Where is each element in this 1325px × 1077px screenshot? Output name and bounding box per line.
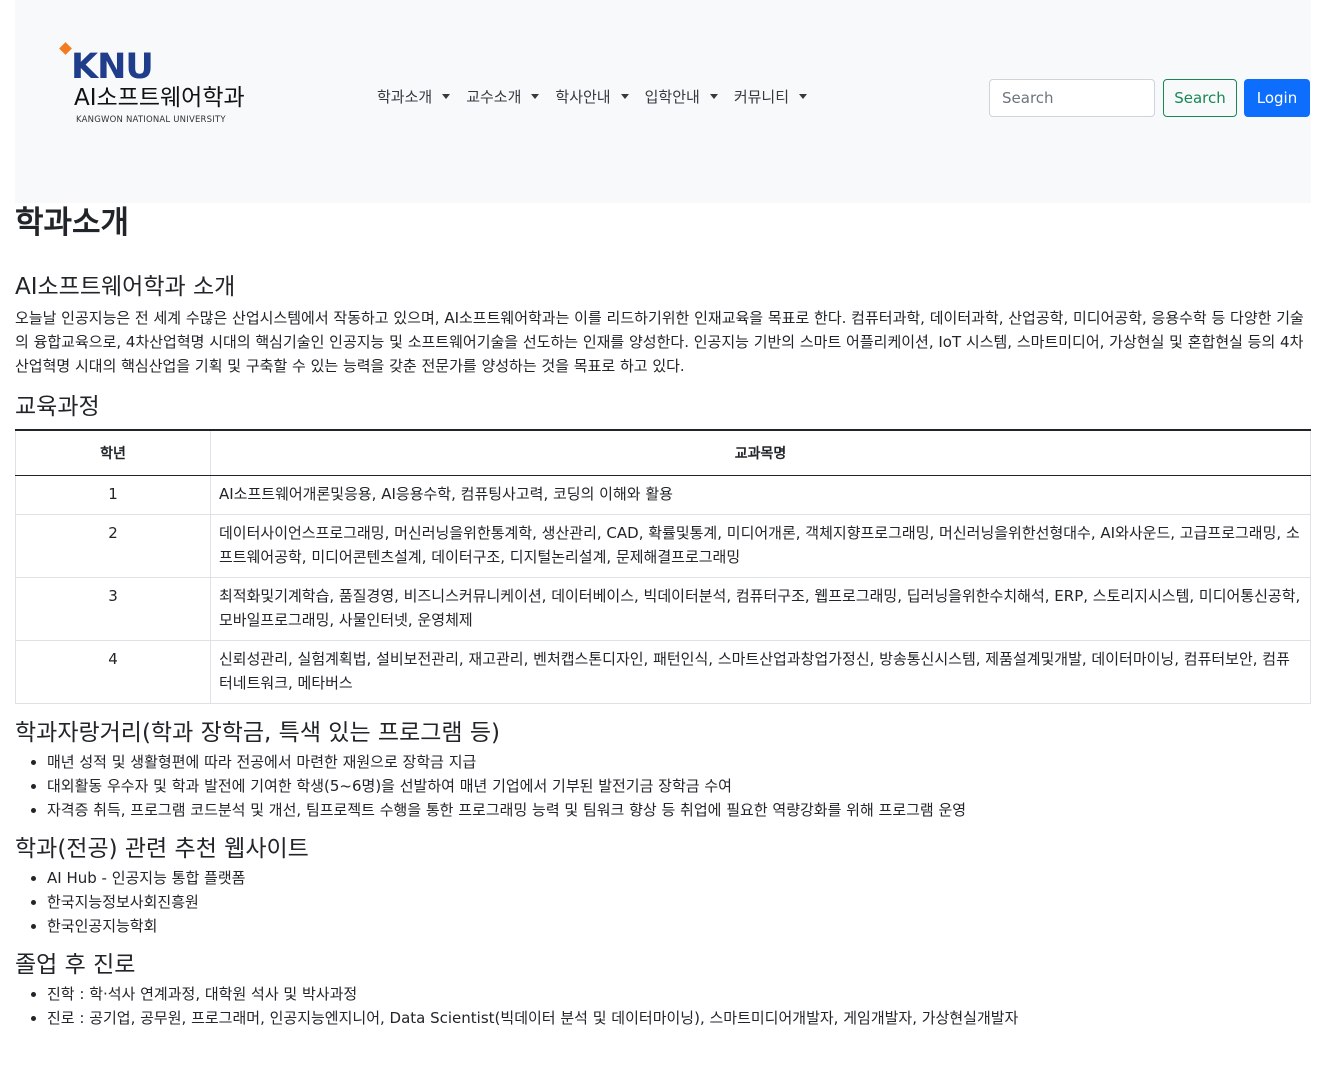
main-menu: 학과소개 교수소개 학사안내 입학안내 커뮤니티 [377,86,823,107]
curriculum-table: 학년 교과목명 1 AI소프트웨어개론및응용, AI응용수학, 컴퓨팅사고력, … [15,429,1311,704]
search-button[interactable]: Search [1163,79,1237,117]
website-link-kaia[interactable]: 한국인공지능학회 [47,914,1311,938]
menu-faculty[interactable]: 교수소개 [466,86,547,107]
grade-cell: 1 [15,475,211,515]
caret-down-icon [531,94,540,99]
table-row: 4 신뢰성관리, 실험계획법, 설비보전관리, 재고관리, 벤처캡스톤디자인, … [15,640,1311,704]
logo-university-name: KANGWON NATIONAL UNIVERSITY [76,115,226,125]
menu-label: 학사안내 [555,88,611,106]
pride-heading: 학과자랑거리(학과 장학금, 특색 있는 프로그램 등) [15,720,501,746]
courses-cell: 신뢰성관리, 실험계획법, 설비보전관리, 재고관리, 벤처캡스톤디자인, 패턴… [210,640,1311,704]
list-item: 자격증 취득, 프로그램 코드분석 및 개선, 팀프로젝트 수행을 통한 프로그… [47,798,1311,822]
caret-down-icon [620,94,629,99]
caret-down-icon [799,94,808,99]
grade-cell: 4 [15,640,211,704]
menu-label: 교수소개 [466,88,522,106]
grade-cell: 3 [15,577,211,641]
navbar: KNU AI소프트웨어학과 KANGWON NATIONAL UNIVERSIT… [15,0,1311,203]
table-row: 1 AI소프트웨어개론및응용, AI응용수학, 컴퓨팅사고력, 코딩의 이해와 … [15,475,1311,515]
main-content: 학과소개 AI소프트웨어학과 소개 오늘날 인공지능은 전 세계 수많은 산업시… [15,203,1311,1030]
menu-label: 입학안내 [644,88,700,106]
menu-label: 학과소개 [377,88,433,106]
logo-knu-text: KNU [71,47,154,87]
list-item: 진로 : 공기업, 공무원, 프로그래머, 인공지능엔지니어, Data Sci… [47,1006,1311,1030]
table-header-row: 학년 교과목명 [15,429,1311,476]
curriculum-heading: 교육과정 [15,394,100,420]
intro-paragraph: 오늘날 인공지능은 전 세계 수많은 산업시스템에서 작동하고 있으며, AI소… [15,309,1304,375]
courses-cell: 데이터사이언스프로그래밍, 머신러닝을위한통계학, 생산관리, CAD, 확률및… [210,514,1311,578]
career-heading: 졸업 후 진로 [15,952,136,978]
list-item: 대외활동 우수자 및 학과 발전에 기여한 학생(5~6명)을 선발하여 매년 … [47,774,1311,798]
caret-down-icon [442,94,451,99]
grade-cell: 2 [15,514,211,578]
career-list: 진학 : 학·석사 연계과정, 대학원 석사 및 박사과정 진로 : 공기업, … [15,982,1311,1030]
site-logo[interactable]: KNU AI소프트웨어학과 KANGWON NATIONAL UNIVERSIT… [59,40,271,130]
menu-label: 커뮤니티 [733,88,790,106]
search-input[interactable] [989,79,1155,117]
pride-list: 매년 성적 및 생활형편에 따라 전공에서 마련한 재원으로 장학금 지급 대외… [15,750,1311,822]
intro-heading: AI소프트웨어학과 소개 [15,274,236,300]
menu-admission[interactable]: 입학안내 [645,86,726,107]
website-link-nia[interactable]: 한국지능정보사회진흥원 [47,890,1311,914]
list-item: 매년 성적 및 생활형편에 따라 전공에서 마련한 재원으로 장학금 지급 [47,750,1311,774]
website-link-ai-hub[interactable]: AI Hub - 인공지능 통합 플랫폼 [47,866,1311,890]
courses-cell: 최적화및기계학습, 품질경영, 비즈니스커뮤니케이션, 데이터베이스, 빅데이터… [210,577,1311,641]
caret-down-icon [709,94,718,99]
menu-academics[interactable]: 학사안내 [555,86,636,107]
sites-heading: 학과(전공) 관련 추천 웹사이트 [15,836,309,862]
column-header-grade: 학년 [15,429,211,476]
page-title: 학과소개 [15,205,130,241]
list-item: 진학 : 학·석사 연계과정, 대학원 석사 및 박사과정 [47,982,1311,1006]
logo-dept-name: AI소프트웨어학과 [74,85,245,111]
table-row: 3 최적화및기계학습, 품질경영, 비즈니스커뮤니케이션, 데이터베이스, 빅데… [15,577,1311,641]
sites-list: AI Hub - 인공지능 통합 플랫폼 한국지능정보사회진흥원 한국인공지능학… [15,866,1311,938]
table-row: 2 데이터사이언스프로그래밍, 머신러닝을위한통계학, 생산관리, CAD, 확… [15,514,1311,578]
login-button[interactable]: Login [1244,79,1310,117]
column-header-courses: 교과목명 [210,429,1311,476]
courses-cell: AI소프트웨어개론및응용, AI응용수학, 컴퓨팅사고력, 코딩의 이해와 활용 [210,475,1311,515]
menu-dept-intro[interactable]: 학과소개 [377,86,458,107]
logo-accent-diamond [59,42,72,55]
menu-community[interactable]: 커뮤니티 [734,86,815,107]
